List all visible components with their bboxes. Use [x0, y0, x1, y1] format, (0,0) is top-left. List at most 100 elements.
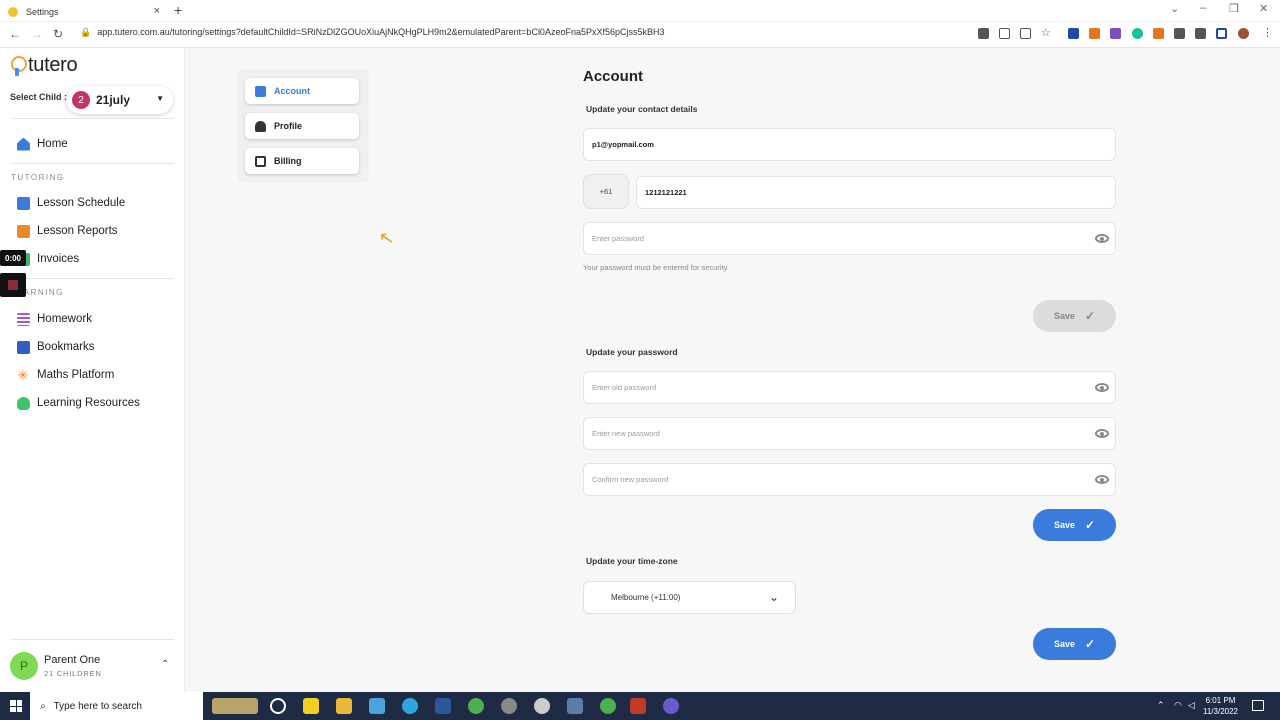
browser-tab-bar: Settings × + ⌄ – ❐ ✕	[0, 0, 1280, 22]
url-field[interactable]: 🔒 app.tutero.com.au/tutoring/settings?def…	[80, 27, 665, 38]
menu-icon[interactable]: ⋮	[1262, 26, 1273, 39]
notifications-icon[interactable]	[1252, 700, 1264, 711]
cortana-icon[interactable]	[270, 698, 286, 714]
eye-icon[interactable]	[1095, 234, 1109, 243]
telegram-icon[interactable]	[402, 698, 418, 714]
nav-lesson-schedule[interactable]: Lesson Schedule	[17, 194, 125, 212]
taskbar-clock[interactable]: 6:01 PM 11/3/2022	[1203, 695, 1238, 717]
grammarly-icon[interactable]	[1132, 28, 1143, 39]
save-password-button[interactable]: Save ✓	[1033, 509, 1116, 541]
taskbar-search[interactable]: ⌕ Type here to search	[30, 692, 203, 720]
eye-icon[interactable]	[1095, 383, 1109, 392]
app-icon[interactable]	[630, 698, 646, 714]
tab-account[interactable]: Account	[245, 78, 359, 104]
lightbulb-icon	[17, 396, 30, 410]
check-icon: ✓	[1084, 309, 1096, 323]
phone-field[interactable]: 1212121221	[636, 176, 1116, 209]
tab-profile[interactable]: Profile	[245, 113, 359, 139]
email-field[interactable]: p1@yopmail.com	[583, 128, 1116, 161]
credit-card-icon	[255, 155, 266, 167]
new-tab-button[interactable]: +	[174, 2, 182, 18]
recording-timer: 0:00	[0, 250, 26, 266]
app-icon[interactable]	[663, 698, 679, 714]
password-field[interactable]: Enter password	[583, 222, 1116, 255]
user-profile[interactable]: P Parent One 21 CHILDREN	[10, 652, 102, 680]
list-icon	[17, 312, 30, 326]
expand-toggle-icon[interactable]: ⌃	[161, 659, 169, 670]
camera-icon[interactable]	[978, 28, 989, 39]
eye-icon[interactable]	[1095, 429, 1109, 438]
app-icon[interactable]	[534, 698, 550, 714]
extension-icon[interactable]	[1068, 28, 1079, 39]
bookmark-star-icon[interactable]: ☆	[1041, 26, 1052, 39]
word-icon[interactable]	[435, 698, 451, 714]
side-panel-icon[interactable]	[1216, 28, 1227, 39]
child-selector[interactable]: 2 21july ▼	[66, 86, 173, 114]
page-title: Account	[583, 68, 643, 85]
nav-maths-platform[interactable]: ✳ Maths Platform	[17, 366, 114, 384]
nav-lesson-reports[interactable]: Lesson Reports	[17, 222, 118, 240]
timezone-select[interactable]: Melbourne (+11:00) ⌄	[583, 581, 796, 614]
browser-tab[interactable]: Settings ×	[8, 1, 166, 22]
child-badge: 2	[72, 91, 90, 109]
chrome-icon[interactable]	[600, 698, 616, 714]
extension-icon[interactable]	[1153, 28, 1164, 39]
volume-icon[interactable]: ◁	[1188, 700, 1195, 711]
search-icon: ⌕	[40, 700, 46, 712]
timezone-heading: Update your time-zone	[586, 556, 678, 566]
sticky-notes-icon[interactable]	[303, 698, 319, 714]
divider	[11, 278, 174, 279]
search-highlight-icon[interactable]	[212, 698, 258, 714]
forward-icon[interactable]: →	[31, 27, 43, 41]
calculator-icon[interactable]	[567, 698, 583, 714]
nav-home-label: Home	[37, 138, 68, 150]
windows-start-icon[interactable]	[10, 700, 22, 712]
extensions-puzzle-icon[interactable]	[1174, 28, 1185, 39]
tab-search-icon[interactable]: ⌄	[1170, 2, 1179, 15]
tab-close-icon[interactable]: ×	[154, 5, 160, 17]
address-bar: ← → ↻ 🔒 app.tutero.com.au/tutoring/settin…	[0, 22, 1280, 48]
reading-list-icon[interactable]	[1195, 28, 1206, 39]
app-icon[interactable]	[501, 698, 517, 714]
divider	[11, 163, 174, 164]
wifi-icon[interactable]: ◠	[1174, 700, 1182, 711]
new-password-placeholder: Enter new password	[592, 429, 660, 438]
old-password-field[interactable]: Enter old password	[583, 371, 1116, 404]
new-password-field[interactable]: Enter new password	[583, 417, 1116, 450]
country-code-field[interactable]: +61	[583, 174, 629, 209]
recording-stop-button[interactable]	[0, 273, 26, 297]
back-icon[interactable]: ←	[9, 27, 21, 41]
tab-billing[interactable]: Billing	[245, 148, 359, 174]
metamask-icon[interactable]	[1089, 28, 1100, 39]
extension-icon[interactable]	[1110, 28, 1121, 39]
open-external-icon[interactable]	[999, 28, 1010, 39]
nav-bookmarks[interactable]: Bookmarks	[17, 338, 95, 356]
divider	[11, 639, 174, 640]
profile-avatar-icon[interactable]	[1238, 28, 1249, 39]
taskbar: ⌕ Type here to search ⌃ ◠ ◁ 6:01 PM 11/3…	[0, 692, 1280, 720]
minimize-button[interactable]: –	[1200, 2, 1206, 14]
share-icon[interactable]	[1020, 28, 1031, 39]
eye-icon[interactable]	[1095, 475, 1109, 484]
file-explorer-icon[interactable]	[336, 698, 352, 714]
nav-learning-resources[interactable]: Learning Resources	[17, 394, 140, 412]
save-contact-button[interactable]: Save ✓	[1033, 300, 1116, 332]
close-window-button[interactable]: ✕	[1259, 2, 1268, 15]
lock-icon	[255, 85, 266, 97]
nav-invoices[interactable]: Invoices	[17, 250, 79, 268]
nav-homework[interactable]: Homework	[17, 310, 92, 328]
tray-chevron-icon[interactable]: ⌃	[1157, 700, 1165, 711]
app-icon[interactable]	[369, 698, 385, 714]
nav-home[interactable]: Home	[17, 135, 68, 153]
book-icon	[17, 340, 30, 354]
url-text: app.tutero.com.au/tutoring/settings?defa…	[97, 27, 665, 37]
tutero-logo[interactable]: tutero	[10, 54, 78, 77]
confirm-password-field[interactable]: Confirm new password	[583, 463, 1116, 496]
save-timezone-button[interactable]: Save ✓	[1033, 628, 1116, 660]
password-hint: Your password must be entered for securi…	[583, 263, 729, 272]
report-icon	[17, 224, 30, 238]
reload-icon[interactable]: ↻	[53, 27, 63, 41]
tab-account-label: Account	[274, 86, 310, 96]
restore-button[interactable]: ❐	[1229, 2, 1239, 15]
chrome-icon[interactable]	[468, 698, 484, 714]
